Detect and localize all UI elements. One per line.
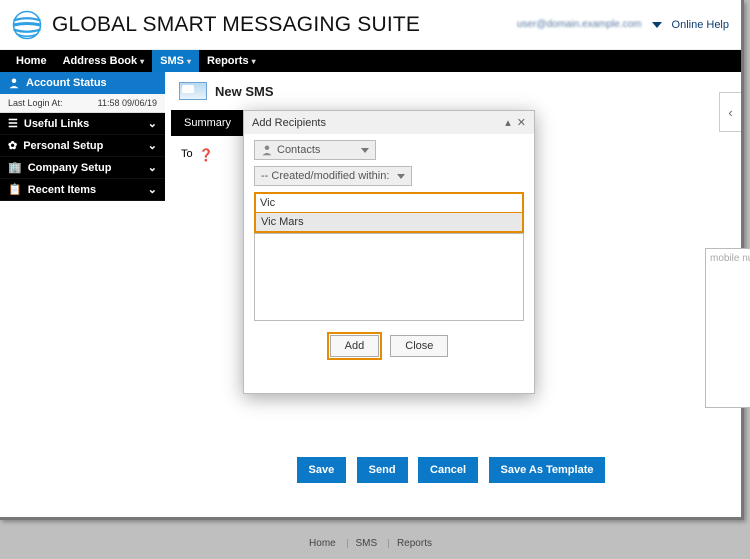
- tab-summary[interactable]: Summary: [171, 110, 244, 136]
- recipient-suggestion[interactable]: Vic Mars: [256, 213, 522, 231]
- tab-summary-label: Summary: [184, 117, 231, 129]
- chevron-down-icon: ▾: [187, 57, 191, 66]
- sms-page-icon: [179, 82, 207, 100]
- modal-close-button[interactable]: Close: [390, 335, 448, 357]
- action-buttons-row: Save Send Cancel Save As Template: [171, 457, 731, 483]
- modal-add-button[interactable]: Add: [330, 335, 380, 357]
- chevron-down-icon: ⌄: [148, 139, 157, 152]
- chevron-left-icon: ‹: [728, 105, 732, 120]
- gear-icon: ✿: [8, 139, 17, 152]
- mobile-number-input[interactable]: mobile number...: [705, 248, 750, 408]
- recent-items-label: Recent Items: [28, 184, 96, 196]
- account-status-header[interactable]: Account Status: [0, 72, 165, 94]
- nav-sms[interactable]: SMS▾: [152, 50, 199, 72]
- modal-titlebar: Add Recipients ▴ ✕: [244, 111, 534, 134]
- contacts-select-label: Contacts: [277, 144, 320, 156]
- company-setup-label: Company Setup: [28, 162, 112, 174]
- recipient-search-wrapper: Vic Mars: [254, 192, 524, 233]
- sidebar-item-useful-links[interactable]: ☰ Useful Links ⌄: [0, 113, 165, 135]
- cancel-label: Cancel: [430, 464, 466, 476]
- created-modified-select[interactable]: -- Created/modified within:: [254, 166, 412, 186]
- nav-reports-label: Reports: [207, 55, 249, 67]
- nav-address-book-label: Address Book: [63, 55, 138, 67]
- user-menu-caret-icon[interactable]: [652, 22, 662, 28]
- footer-reports-link[interactable]: Reports: [380, 538, 432, 549]
- chevron-down-icon: [397, 174, 405, 179]
- chevron-down-icon: [361, 148, 369, 153]
- help-icon[interactable]: ❓: [199, 148, 214, 162]
- add-recipients-modal: Add Recipients ▴ ✕ Contacts -- Created/m…: [243, 110, 535, 394]
- main-nav: Home Address Book▾ SMS▾ Reports▾: [0, 50, 741, 72]
- user-icon: [8, 77, 20, 89]
- chevron-down-icon: ⌄: [148, 117, 157, 130]
- recipient-search-input[interactable]: [256, 194, 522, 213]
- nav-home-label: Home: [16, 55, 47, 67]
- person-icon: [261, 144, 273, 156]
- modal-close-label: Close: [405, 340, 433, 352]
- building-icon: 🏢: [8, 161, 22, 174]
- to-label: To: [181, 148, 193, 160]
- chevron-down-icon: ⌄: [148, 161, 157, 174]
- mobile-placeholder: mobile number...: [710, 253, 750, 264]
- nav-address-book[interactable]: Address Book▾: [55, 50, 153, 72]
- last-login-value: 11:58 09/06/19: [98, 98, 157, 108]
- account-status-label: Account Status: [26, 77, 107, 89]
- online-help-link[interactable]: Online Help: [672, 19, 729, 31]
- footer: Home SMS Reports: [0, 512, 741, 559]
- sidebar-item-recent-items[interactable]: 📋 Recent Items ⌄: [0, 179, 165, 201]
- clipboard-icon: 📋: [8, 183, 22, 196]
- nav-home[interactable]: Home: [8, 50, 55, 72]
- modal-add-label: Add: [345, 340, 365, 352]
- right-panel-toggle[interactable]: ‹: [719, 92, 741, 132]
- sidebar: Account Status Last Login At: 11:58 09/0…: [0, 72, 165, 201]
- app-title: GLOBAL SMART MESSAGING SUITE: [52, 13, 420, 37]
- save-label: Save: [309, 464, 335, 476]
- header: GLOBAL SMART MESSAGING SUITE user@domain…: [0, 0, 741, 50]
- contacts-select[interactable]: Contacts: [254, 140, 376, 160]
- att-logo-icon: [12, 10, 42, 40]
- sidebar-item-personal-setup[interactable]: ✿ Personal Setup ⌄: [0, 135, 165, 157]
- app-window: GLOBAL SMART MESSAGING SUITE user@domain…: [0, 0, 744, 520]
- sidebar-item-company-setup[interactable]: 🏢 Company Setup ⌄: [0, 157, 165, 179]
- last-login-row: Last Login At: 11:58 09/06/19: [0, 94, 165, 113]
- personal-setup-label: Personal Setup: [23, 140, 103, 152]
- nav-reports[interactable]: Reports▾: [199, 50, 264, 72]
- save-as-template-button[interactable]: Save As Template: [489, 457, 606, 483]
- cancel-button[interactable]: Cancel: [418, 457, 478, 483]
- created-select-label: -- Created/modified within:: [261, 170, 389, 182]
- close-icon[interactable]: ✕: [517, 116, 526, 129]
- page-title: New SMS: [215, 84, 274, 99]
- last-login-label: Last Login At:: [8, 98, 63, 108]
- selected-recipients-box[interactable]: [254, 233, 524, 321]
- chevron-down-icon: ▾: [140, 57, 144, 66]
- send-button[interactable]: Send: [357, 457, 408, 483]
- chevron-down-icon: ⌄: [148, 183, 157, 196]
- save-template-label: Save As Template: [501, 464, 594, 476]
- modal-title-label: Add Recipients: [252, 117, 326, 129]
- useful-links-label: Useful Links: [24, 118, 89, 130]
- footer-home-link[interactable]: Home: [309, 538, 336, 549]
- collapse-icon[interactable]: ▴: [505, 116, 511, 129]
- send-label: Send: [369, 464, 396, 476]
- save-button[interactable]: Save: [297, 457, 347, 483]
- user-account-label[interactable]: user@domain.example.com: [517, 19, 642, 30]
- suggestion-label: Vic Mars: [261, 216, 304, 228]
- footer-sms-link[interactable]: SMS: [339, 538, 378, 549]
- chevron-down-icon: ▾: [252, 57, 256, 66]
- nav-sms-label: SMS: [160, 55, 184, 67]
- list-icon: ☰: [8, 117, 18, 130]
